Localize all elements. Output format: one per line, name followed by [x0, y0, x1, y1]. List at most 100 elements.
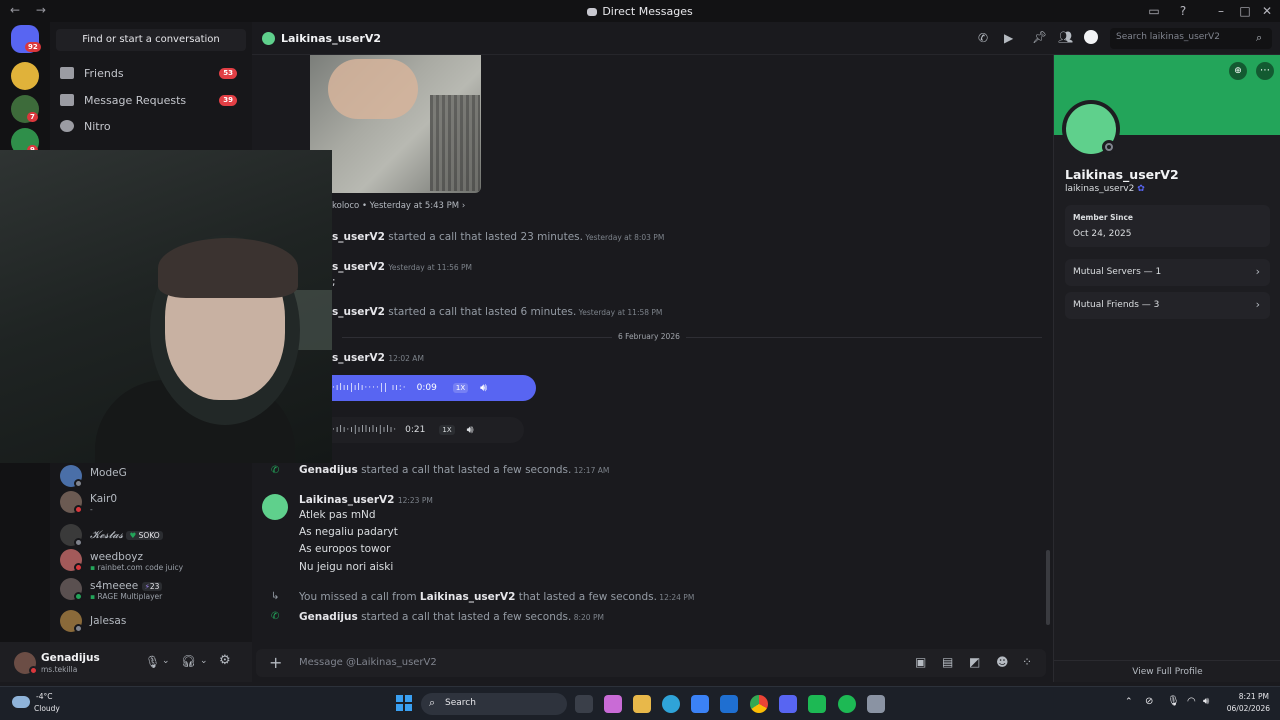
- gift-icon[interactable]: ▣: [915, 655, 926, 669]
- nav-nitro[interactable]: Nitro: [60, 114, 246, 138]
- more-options-icon[interactable]: ⋯: [1256, 62, 1274, 80]
- event-author[interactable]: Laikinas_userV2: [420, 591, 515, 603]
- gear-icon[interactable]: ⚙: [219, 653, 231, 668]
- scrollbar[interactable]: [1046, 550, 1050, 625]
- volume-icon[interactable]: 🔊︎: [467, 423, 474, 437]
- playback-speed-button[interactable]: 1X: [452, 383, 469, 393]
- nav-message-requests[interactable]: Message Requests 39: [60, 88, 246, 112]
- gif-icon[interactable]: ▤: [942, 655, 953, 669]
- app-icon[interactable]: [808, 695, 826, 713]
- search-input[interactable]: Search laikinas_userV2 ⌕: [1110, 28, 1272, 49]
- event-author[interactable]: Genadijus: [299, 464, 358, 476]
- add-attachment-icon[interactable]: +: [269, 653, 282, 672]
- chevron-down-icon[interactable]: ⌄: [200, 656, 208, 666]
- view-full-profile-button[interactable]: View Full Profile: [1054, 660, 1280, 682]
- event-author[interactable]: s_userV2: [332, 261, 385, 273]
- voice-message-1[interactable]: ·ılıı|ılı····|| ıı:· 0:09 1X 🔊︎: [318, 375, 536, 401]
- dm-name: ModeG: [90, 467, 127, 479]
- mutual-friends-row[interactable]: Mutual Friends — 3 ›: [1065, 292, 1270, 319]
- event-author[interactable]: s_userV2: [332, 306, 385, 318]
- find-conversation-button[interactable]: Find or start a conversation: [56, 29, 246, 51]
- add-friends-icon[interactable]: 👥︎: [1058, 30, 1073, 44]
- message-avatar[interactable]: [262, 494, 288, 520]
- dm-item-kestas[interactable]: 𝓚𝓮𝓼𝓽𝓪𝓼 ♥ SOKO: [60, 524, 246, 550]
- inbox-icon[interactable]: ▭: [1147, 4, 1161, 18]
- server-icon-2[interactable]: 7: [11, 95, 39, 123]
- event-time: Yesterday at 11:56 PM: [388, 263, 473, 272]
- phone-call-icon[interactable]: ✆: [978, 31, 988, 45]
- profile-display-name: Laikinas_userV2: [1065, 167, 1179, 182]
- attached-photo[interactable]: [310, 55, 481, 193]
- playback-speed-button[interactable]: 1X: [439, 425, 455, 435]
- volume-icon[interactable]: 🔊︎: [1203, 696, 1209, 707]
- dm-item-jalesas[interactable]: Jalesas: [60, 610, 246, 636]
- message-author[interactable]: Laikinas_userV2: [299, 494, 394, 506]
- network-off-icon[interactable]: ⊘: [1145, 696, 1153, 707]
- status-dot: [74, 592, 83, 601]
- message-line: As negaliu padaryt: [299, 526, 398, 538]
- game-icon: ▪: [90, 592, 96, 601]
- user-handle: ms.tekilla: [41, 665, 78, 674]
- dm-item-s4meeee[interactable]: s4meeee ⚡23 ▪ RAGE Multiplayer: [60, 578, 246, 604]
- server-icon-1[interactable]: [11, 62, 39, 90]
- event-author[interactable]: Genadijus: [299, 611, 358, 623]
- voice-duration: 0:09: [416, 383, 437, 393]
- chevron-up-icon[interactable]: ⌃: [1125, 697, 1133, 707]
- weather-temp[interactable]: -4°C: [36, 692, 52, 701]
- event-author[interactable]: s_userV2: [332, 352, 385, 364]
- minimize-icon[interactable]: –: [1214, 4, 1228, 18]
- chevron-right-icon: ›: [1255, 298, 1260, 311]
- task-view-icon[interactable]: [575, 695, 593, 713]
- video-call-icon[interactable]: ▶: [1004, 31, 1013, 45]
- event-time: Yesterday at 11:58 PM: [576, 308, 663, 317]
- clock-time[interactable]: 8:21 PM: [1231, 692, 1269, 701]
- sticker-icon[interactable]: ◩: [969, 655, 980, 669]
- headphones-icon[interactable]: 🎧︎: [181, 654, 196, 668]
- copilot-icon[interactable]: [604, 695, 622, 713]
- message-time: 12:23 PM: [397, 496, 433, 505]
- message-input[interactable]: Message @Laikinas_userV2: [299, 657, 437, 668]
- channel-title[interactable]: Laikinas_userV2: [281, 32, 381, 45]
- pin-icon[interactable]: 📌︎: [1032, 30, 1047, 44]
- dm-item-kair0[interactable]: Kair0 -: [60, 491, 246, 517]
- dm-item-weedboyz[interactable]: weedboyz ▪ rainbet.com code juicy: [60, 549, 246, 575]
- image-meta[interactable]: koloco • Yesterday at 5:43 PM ›: [332, 201, 465, 211]
- help-icon[interactable]: ?: [1176, 4, 1190, 18]
- volume-icon[interactable]: 🔊︎: [480, 381, 487, 395]
- spotify-icon[interactable]: [838, 695, 856, 713]
- webcam-overlay: [0, 150, 332, 463]
- close-icon[interactable]: ✕: [1260, 4, 1274, 18]
- microphone-icon[interactable]: 🎙︎: [1167, 696, 1180, 707]
- add-friend-icon[interactable]: ⊕: [1229, 62, 1247, 80]
- microphone-icon[interactable]: 🎙︎: [145, 655, 160, 669]
- chrome-icon[interactable]: [750, 695, 768, 713]
- mail-icon[interactable]: [720, 695, 738, 713]
- windows-start-icon[interactable]: [396, 695, 412, 711]
- wifi-icon[interactable]: ◠: [1187, 696, 1196, 707]
- file-explorer-icon[interactable]: [633, 695, 651, 713]
- event-author[interactable]: s_userV2: [332, 231, 385, 243]
- emoji-icon[interactable]: ☻: [996, 655, 1009, 669]
- dm-item-modeg[interactable]: ModeG: [60, 465, 246, 491]
- maximize-icon[interactable]: □: [1238, 4, 1252, 18]
- mutual-servers-row[interactable]: Mutual Servers — 1 ›: [1065, 259, 1270, 286]
- requests-count-badge: 39: [219, 94, 237, 106]
- phone-icon: ✆: [271, 465, 280, 476]
- message-author-row: s_userV2 Yesterday at 11:56 PM: [332, 261, 472, 273]
- discord-icon[interactable]: [779, 695, 797, 713]
- apps-icon[interactable]: ⁘: [1022, 655, 1032, 669]
- user-profile-icon[interactable]: [1084, 30, 1098, 44]
- voice-message-2[interactable]: ·ılı·ı|ıllılı|ılı· 0:21 1X 🔊︎: [318, 417, 524, 443]
- home-discord-button[interactable]: 92: [11, 25, 41, 53]
- edge-icon[interactable]: [662, 695, 680, 713]
- store-icon[interactable]: [691, 695, 709, 713]
- taskbar-search[interactable]: ⌕ Search: [421, 693, 567, 715]
- weather-desc[interactable]: Cloudy: [34, 704, 60, 713]
- clock-date[interactable]: 06/02/2026: [1222, 704, 1270, 713]
- settings-icon[interactable]: [867, 695, 885, 713]
- nav-friends[interactable]: Friends 53: [60, 61, 246, 85]
- chevron-down-icon[interactable]: ⌄: [162, 656, 170, 666]
- guild-tag: ♥ SOKO: [126, 531, 163, 540]
- guild-tag: ⚡23: [141, 582, 163, 591]
- event-time: 12:17 AM: [571, 466, 610, 475]
